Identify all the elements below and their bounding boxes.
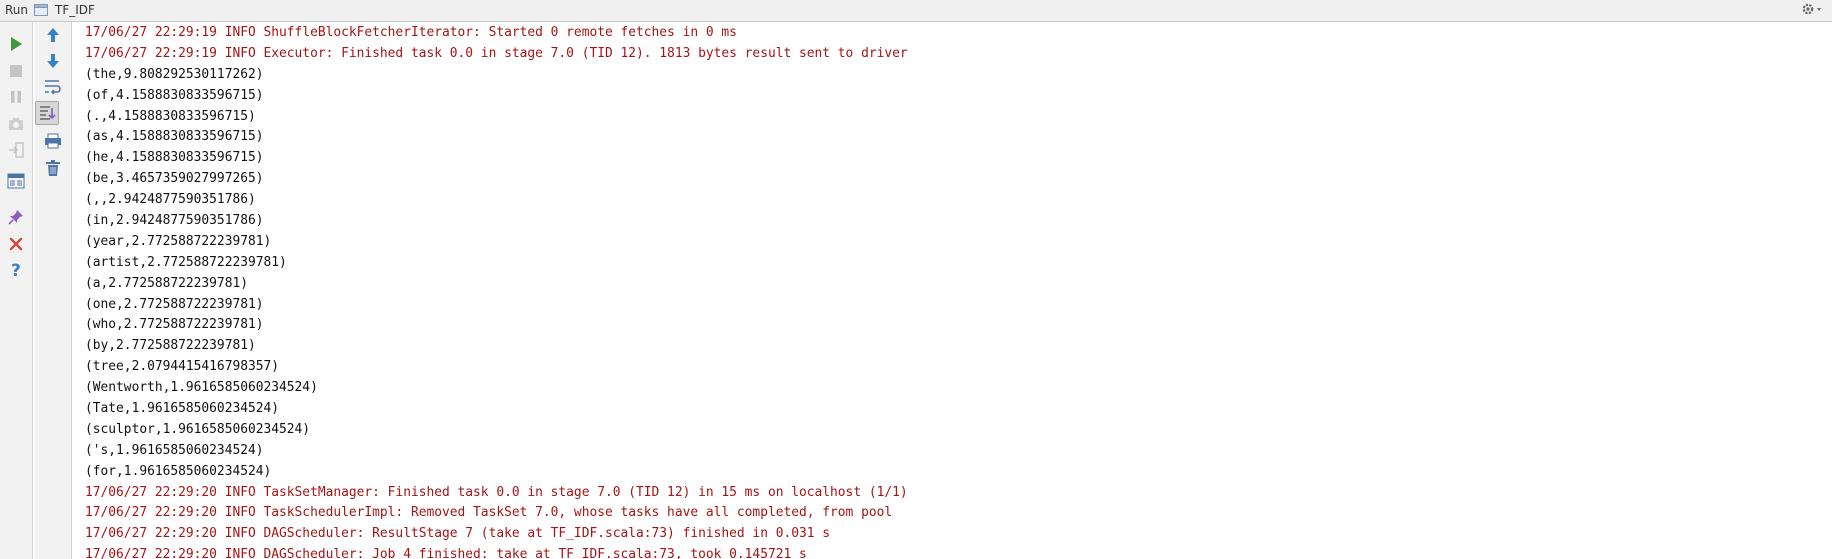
console-output-line: (he,4.1588830833596715) [85,150,264,166]
console-output-line: (of,4.1588830833596715) [85,87,264,103]
console-log-line: 17/06/27 22:29:19 INFO Executor: Finishe… [85,45,908,61]
console-output-line: (by,2.772588722239781) [85,338,256,354]
console-output-line: (for,1.9616585060234524) [85,463,272,479]
console-log-line: 17/06/27 22:29:20 INFO DAGScheduler: Res… [85,526,831,542]
console-output-line: (.,4.1588830833596715) [85,108,256,124]
console-log-line: 17/06/27 22:29:19 INFO ShuffleBlockFetch… [85,25,737,40]
pause-icon [11,91,21,103]
dump-threads-button[interactable] [4,112,28,136]
rerun-button[interactable] [4,32,28,56]
run-window-title: Run [5,3,29,17]
console-output-line: (Tate,1.9616585060234524) [85,401,280,417]
camera-icon [9,118,23,130]
run-toolbar: ? [0,22,33,559]
run-window-header: Run TF_IDF [0,0,1832,22]
scroll-to-end-button[interactable] [35,101,59,125]
pin-icon [8,210,23,225]
arrow-down-icon [47,54,59,68]
console-log-line: 17/06/27 22:29:20 INFO DAGScheduler: Job… [85,547,807,559]
console-output-line: (be,3.4657359027997265) [85,171,264,187]
console-output-line: (as,4.1588830833596715) [85,129,264,145]
exit-button[interactable] [4,138,28,162]
console-log-line: 17/06/27 22:29:20 INFO TaskSchedulerImpl… [85,505,893,521]
stop-icon [10,65,22,77]
console-output-line: ('s,1.9616585060234524) [85,442,264,458]
scroll-up-button[interactable] [41,23,65,47]
console-output-line: (a,2.772588722239781) [85,275,248,291]
console-output-line: (the,9.808292530117262) [85,66,264,82]
console-output-line: (year,2.772588722239781) [85,233,272,249]
console-log-line: 17/06/27 22:29:20 INFO TaskSetManager: F… [85,484,908,500]
run-config-icon [34,3,48,17]
trash-icon [46,160,60,176]
print-icon [45,133,61,149]
console-output-line: (who,2.772588722239781) [85,317,264,333]
console-output-line: (one,2.772588722239781) [85,296,264,312]
help-button[interactable]: ? [4,258,28,282]
close-button[interactable] [4,232,28,256]
clear-all-button[interactable] [41,156,65,180]
help-icon: ? [11,261,21,279]
console-output-line: (in,2.9424877590351786) [85,213,264,229]
console-lines: 17/06/27 22:29:19 INFO ShuffleBlockFetch… [85,23,908,559]
scroll-down-button[interactable] [41,49,65,73]
console-output-line: (,,2.9424877590351786) [85,192,256,208]
console-output-line: (Wentworth,1.9616585060234524) [85,380,318,396]
console-toolbar [35,22,72,559]
console-output-line: (artist,2.772588722239781) [85,254,287,270]
exit-icon [9,142,24,158]
pin-tab-button[interactable] [4,205,28,229]
layout-icon [7,173,25,189]
console-output-line: (sculptor,1.9616585060234524) [85,421,311,437]
play-icon [11,37,22,51]
stop-button[interactable] [4,59,28,83]
wrap-icon [45,80,61,95]
layout-button[interactable] [4,169,28,193]
pause-button[interactable] [4,85,28,109]
scroll-end-icon [40,106,56,120]
console-output-line: (tree,2.0794415416798357) [85,359,280,375]
print-button[interactable] [41,129,65,153]
arrow-up-icon [47,28,59,42]
settings-gear-icon[interactable] [1800,1,1824,19]
run-config-tab[interactable]: TF_IDF [55,3,95,17]
console-output[interactable]: 17/06/27 22:29:19 INFO ShuffleBlockFetch… [72,22,1832,559]
svg-text:?: ? [11,261,21,279]
soft-wrap-button[interactable] [41,75,65,99]
close-icon [9,237,23,251]
